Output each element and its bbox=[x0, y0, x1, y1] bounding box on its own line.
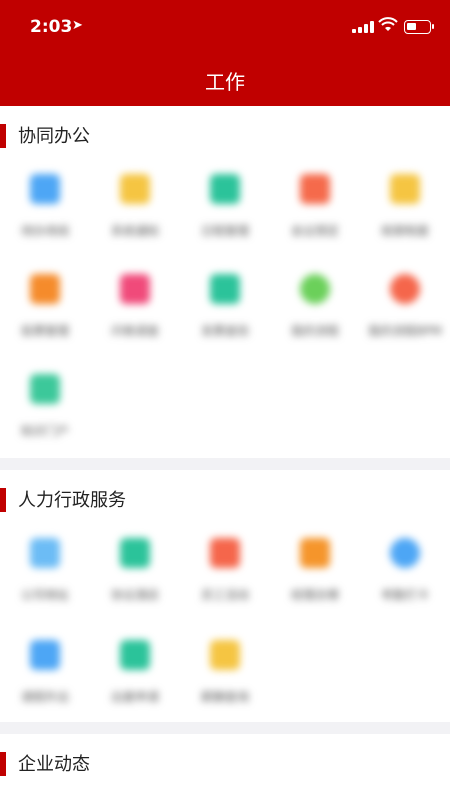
map-pin-icon bbox=[30, 538, 60, 568]
person-icon bbox=[300, 538, 330, 568]
vote-icon bbox=[30, 274, 60, 304]
cellular-signal-icon bbox=[352, 21, 374, 33]
app-tile-label: 规章制度 bbox=[380, 224, 429, 238]
section-company-news: 企业动态 bbox=[0, 734, 450, 800]
app-tile-label: 发票查验 bbox=[200, 324, 249, 338]
app-tile[interactable]: 会议预定 bbox=[270, 164, 360, 254]
app-tile[interactable]: 问卷调查 bbox=[90, 264, 180, 354]
flow-icon bbox=[300, 274, 330, 304]
app-tile-label: 系统通知 bbox=[110, 224, 159, 238]
app-tile[interactable]: 投票管理 bbox=[0, 264, 90, 354]
app-tile-label: 公司地址 bbox=[20, 588, 69, 602]
app-tile[interactable]: 待办待阅 bbox=[0, 164, 90, 254]
message-icon bbox=[120, 174, 150, 204]
section-header: 协同办公 bbox=[0, 106, 450, 164]
app-tile-label: 日程管理 bbox=[200, 224, 249, 238]
status-bar: 2:03 ➤ bbox=[0, 0, 450, 56]
section-header: 人力行政服务 bbox=[0, 470, 450, 528]
app-tile-label: 请假外出 bbox=[20, 690, 69, 704]
app-tile-label: 会议预定 bbox=[290, 224, 339, 238]
battery-icon bbox=[404, 20, 434, 34]
gift-icon bbox=[210, 538, 240, 568]
calendar-icon bbox=[210, 174, 240, 204]
app-tile[interactable]: 我的流程 bbox=[270, 264, 360, 354]
nav-bar: 工作 bbox=[0, 56, 450, 106]
document-icon bbox=[390, 174, 420, 204]
app-tile[interactable]: 规章制度 bbox=[360, 164, 450, 254]
app-tile[interactable]: 日程管理 bbox=[180, 164, 270, 254]
app-tile[interactable]: 薪酬查询 bbox=[180, 630, 270, 720]
app-tile[interactable]: 系统通知 bbox=[90, 164, 180, 254]
app-tile-label: 出差申请 bbox=[110, 690, 159, 704]
search-icon bbox=[210, 640, 240, 670]
app-tile-label: 我的流程BPM bbox=[368, 324, 442, 338]
app-tile-label: 问卷调查 bbox=[110, 324, 159, 338]
section-accent-bar bbox=[0, 488, 6, 512]
app-tile[interactable]: 协议酒店 bbox=[90, 528, 180, 618]
person-leave-icon bbox=[30, 640, 60, 670]
bookmark-icon bbox=[30, 174, 60, 204]
app-tile[interactable]: 发票查验 bbox=[180, 264, 270, 354]
meeting-icon bbox=[300, 174, 330, 204]
app-tile[interactable]: 员工活动 bbox=[180, 528, 270, 618]
section-title: 人力行政服务 bbox=[18, 490, 126, 511]
section-accent-bar bbox=[0, 124, 6, 148]
hotel-icon bbox=[120, 538, 150, 568]
section-accent-bar bbox=[0, 752, 6, 776]
invoice-icon bbox=[210, 274, 240, 304]
app-tile[interactable]: 公司地址 bbox=[0, 528, 90, 618]
app-tile-label: 经理去哪 bbox=[290, 588, 339, 602]
app-tile-label: 待办待阅 bbox=[20, 224, 69, 238]
app-tile[interactable]: 知识门户 bbox=[0, 364, 90, 454]
section-header: 企业动态 bbox=[0, 734, 450, 792]
status-time: 2:03 bbox=[30, 17, 73, 37]
app-tile-label: 我的流程 bbox=[290, 324, 339, 338]
app-tile-label: 薪酬查询 bbox=[200, 690, 249, 704]
app-tile-label: 考勤打卡 bbox=[380, 588, 429, 602]
app-tile[interactable]: 考勤打卡 bbox=[360, 528, 450, 618]
page-title: 工作 bbox=[205, 70, 245, 94]
app-tile-label: 员工活动 bbox=[200, 588, 249, 602]
app-tile-label: 投票管理 bbox=[20, 324, 69, 338]
app-tile-label: 协议酒店 bbox=[110, 588, 159, 602]
app-tile[interactable]: 请假外出 bbox=[0, 630, 90, 720]
trip-icon bbox=[120, 640, 150, 670]
wifi-icon bbox=[378, 17, 398, 31]
section-hr-admin: 人力行政服务 公司地址 协议酒店 员工活动 经理去哪 考勤打卡请假外出 出差申请 薪酬查询 bbox=[0, 470, 450, 722]
app-tile[interactable]: 经理去哪 bbox=[270, 528, 360, 618]
app-tile[interactable]: 我的流程BPM bbox=[360, 264, 450, 354]
section-title: 企业动态 bbox=[18, 754, 90, 775]
clock-icon bbox=[390, 538, 420, 568]
section-title: 协同办公 bbox=[18, 126, 90, 147]
app-tile[interactable]: 出差申请 bbox=[90, 630, 180, 720]
book-icon bbox=[30, 374, 60, 404]
clipboard-icon bbox=[120, 274, 150, 304]
section-collaborative-office: 协同办公 待办待阅 系统通知 日程管理 会议预定 规章制度投票管理 问卷调查 发票查验 我的流… bbox=[0, 106, 450, 458]
app-tile-label: 知识门户 bbox=[20, 424, 69, 438]
bpm-flow-icon bbox=[390, 274, 420, 304]
location-arrow-icon: ➤ bbox=[72, 18, 83, 33]
